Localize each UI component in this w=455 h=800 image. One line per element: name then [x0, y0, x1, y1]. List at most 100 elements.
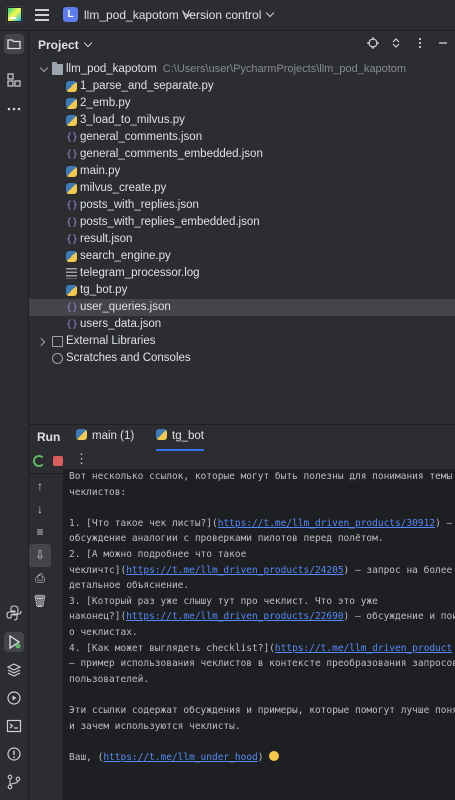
console-link[interactable]: https://t.me/llm_driven_products/30912	[218, 518, 435, 529]
tree-file-item[interactable]: milvus_create.py	[29, 180, 455, 197]
console-text-segment: Эти ссылки содержат обсуждения и примеры…	[69, 704, 455, 716]
git-tool-button[interactable]	[4, 772, 24, 792]
hide-panel-icon[interactable]	[437, 37, 449, 49]
console-text-segment: ) —	[435, 517, 453, 529]
console-line: Ваш, (https://t.me/llm_under_hood)	[69, 750, 455, 766]
print-icon[interactable]: ⎙	[29, 567, 51, 590]
tree-file-item[interactable]: {} posts_with_replies_embedded.json	[29, 214, 455, 231]
chevron-down-icon	[83, 38, 92, 48]
more-vertical-icon[interactable]: ⋮	[75, 451, 88, 467]
tab-label: tg_bot	[172, 430, 204, 442]
project-switcher[interactable]: llm_pod_kapotom	[84, 8, 192, 22]
tree-file-item[interactable]: {} users_data.json	[29, 316, 455, 333]
console-output[interactable]: Вот несколько ссылок, которые могут быть…	[63, 469, 455, 800]
python-file-icon	[66, 81, 77, 92]
run-panel-title: Run	[37, 430, 61, 444]
tree-file-item[interactable]: 3_load_to_milvus.py	[29, 112, 455, 129]
console-text-segment: 4. [Как может выглядеть checklist?](	[69, 642, 275, 654]
tree-file-item[interactable]: tg_bot.py	[29, 282, 455, 299]
project-tree: llm_pod_kapotom C:\Users\user\PycharmProj…	[29, 61, 455, 367]
locate-file-icon[interactable]	[366, 37, 379, 49]
layers-icon	[6, 663, 22, 677]
file-name: main.py	[80, 165, 121, 177]
json-file-icon: {}	[66, 234, 79, 245]
console-link[interactable]: https://t.me/llm_under_hood	[103, 752, 257, 763]
project-view-selector[interactable]: Project	[38, 38, 92, 52]
scroll-to-end-icon[interactable]: ⇩	[29, 544, 51, 567]
git-branch-icon	[7, 774, 21, 790]
folder-icon	[7, 39, 21, 50]
console-text-segment: Ваш, (	[69, 751, 104, 763]
file-name: posts_with_replies_embedded.json	[80, 216, 260, 228]
clear-all-icon[interactable]: 🗑	[29, 590, 51, 613]
file-name: result.json	[80, 233, 133, 245]
tree-file-item[interactable]: search_engine.py	[29, 248, 455, 265]
python-file-icon	[66, 285, 77, 296]
file-name: milvus_create.py	[80, 182, 167, 194]
expand-arrow-icon[interactable]	[39, 63, 49, 73]
console-text-segment: пользователей.	[69, 673, 150, 685]
expand-arrow-icon[interactable]	[36, 337, 46, 347]
terminal-tool-button[interactable]	[4, 716, 24, 736]
console-text-segment: — пример использования чеклистов в конте…	[69, 658, 455, 670]
layers-tool-button[interactable]	[4, 660, 24, 680]
tab-tg-bot[interactable]: tg_bot	[156, 425, 204, 451]
soft-wrap-icon[interactable]: ≡	[29, 521, 51, 544]
chevron-down-icon	[266, 8, 275, 18]
json-file-icon: {}	[66, 302, 79, 313]
tree-external-libraries[interactable]: External Libraries	[29, 333, 455, 350]
file-list: 1_parse_and_separate.py 2_emb.py 3_load_to…	[29, 78, 455, 333]
run-tool-button[interactable]	[4, 632, 24, 652]
console-link[interactable]: https://t.me/llm_driven_product	[275, 643, 452, 654]
python-packages-button[interactable]	[4, 603, 24, 623]
pycharm-logo-icon[interactable]	[6, 6, 23, 23]
options-menu-icon[interactable]	[414, 37, 426, 49]
console-link[interactable]: https://t.me/llm_driven_products/22690	[126, 611, 343, 622]
version-control-menu[interactable]: Version control	[182, 8, 275, 22]
file-name: general_comments_embedded.json	[80, 148, 263, 160]
scroll-up-icon[interactable]: ↑	[29, 475, 51, 498]
expand-collapse-icon[interactable]	[390, 37, 402, 49]
structure-tool-button[interactable]	[4, 70, 24, 90]
tree-scratches[interactable]: Scratches and Consoles	[29, 350, 455, 367]
file-name: 2_emb.py	[80, 97, 131, 109]
python-file-icon	[66, 251, 77, 262]
project-tool-window: Project llm_pod_kapotom C:\Users\user\Pyc…	[29, 31, 455, 425]
tree-file-item[interactable]: telegram_processor.log	[29, 265, 455, 282]
console-text-segment: ) — запрос на более	[343, 564, 453, 576]
tree-file-item[interactable]: {} posts_with_replies.json	[29, 197, 455, 214]
project-badge[interactable]: L	[63, 7, 78, 22]
version-control-label: Version control	[182, 8, 262, 22]
services-tool-button[interactable]	[4, 688, 24, 708]
tree-file-item[interactable]: 1_parse_and_separate.py	[29, 78, 455, 95]
python-file-icon	[66, 183, 77, 194]
tree-file-item[interactable]: {} result.json	[29, 231, 455, 248]
tree-file-item[interactable]: {} general_comments.json	[29, 129, 455, 146]
project-tool-button[interactable]	[4, 34, 24, 54]
tree-root-folder[interactable]: llm_pod_kapotom C:\Users\user\PycharmProj…	[29, 61, 455, 78]
run-tool-window: Run main (1) tg_bot ⋮ ↑ ↓ ≡ ⇩ ⎙ 🗑 Вот не…	[29, 425, 455, 800]
console-line: Вот несколько ссылок, которые могут быть…	[69, 469, 455, 485]
more-tools-button[interactable]	[4, 99, 24, 119]
project-panel-toolbar	[359, 37, 449, 52]
json-file-icon: {}	[66, 319, 79, 330]
console-side-toolbar: ↑ ↓ ≡ ⇩ ⎙ 🗑	[29, 475, 51, 613]
problems-tool-button[interactable]	[4, 744, 24, 764]
main-menu-icon[interactable]	[35, 9, 49, 21]
services-icon	[7, 691, 21, 705]
scroll-down-icon[interactable]: ↓	[29, 498, 51, 521]
tree-file-item[interactable]: {} user_queries.json	[29, 299, 455, 316]
stop-icon[interactable]	[53, 456, 63, 466]
tree-file-item[interactable]: main.py	[29, 163, 455, 180]
scratches-label: Scratches and Consoles	[66, 352, 191, 364]
rerun-icon[interactable]	[33, 455, 45, 467]
python-file-icon	[66, 115, 77, 126]
json-file-icon: {}	[66, 149, 79, 160]
console-line: чекличтс](https://t.me/llm_driven_produc…	[69, 563, 455, 579]
tree-file-item[interactable]: 2_emb.py	[29, 95, 455, 112]
tree-file-item[interactable]: {} general_comments_embedded.json	[29, 146, 455, 163]
console-link[interactable]: https://t.me/llm_driven_products/24205	[126, 565, 343, 576]
tab-main-1[interactable]: main (1)	[76, 425, 134, 449]
console-line: Эти ссылки содержат обсуждения и примеры…	[69, 703, 455, 719]
